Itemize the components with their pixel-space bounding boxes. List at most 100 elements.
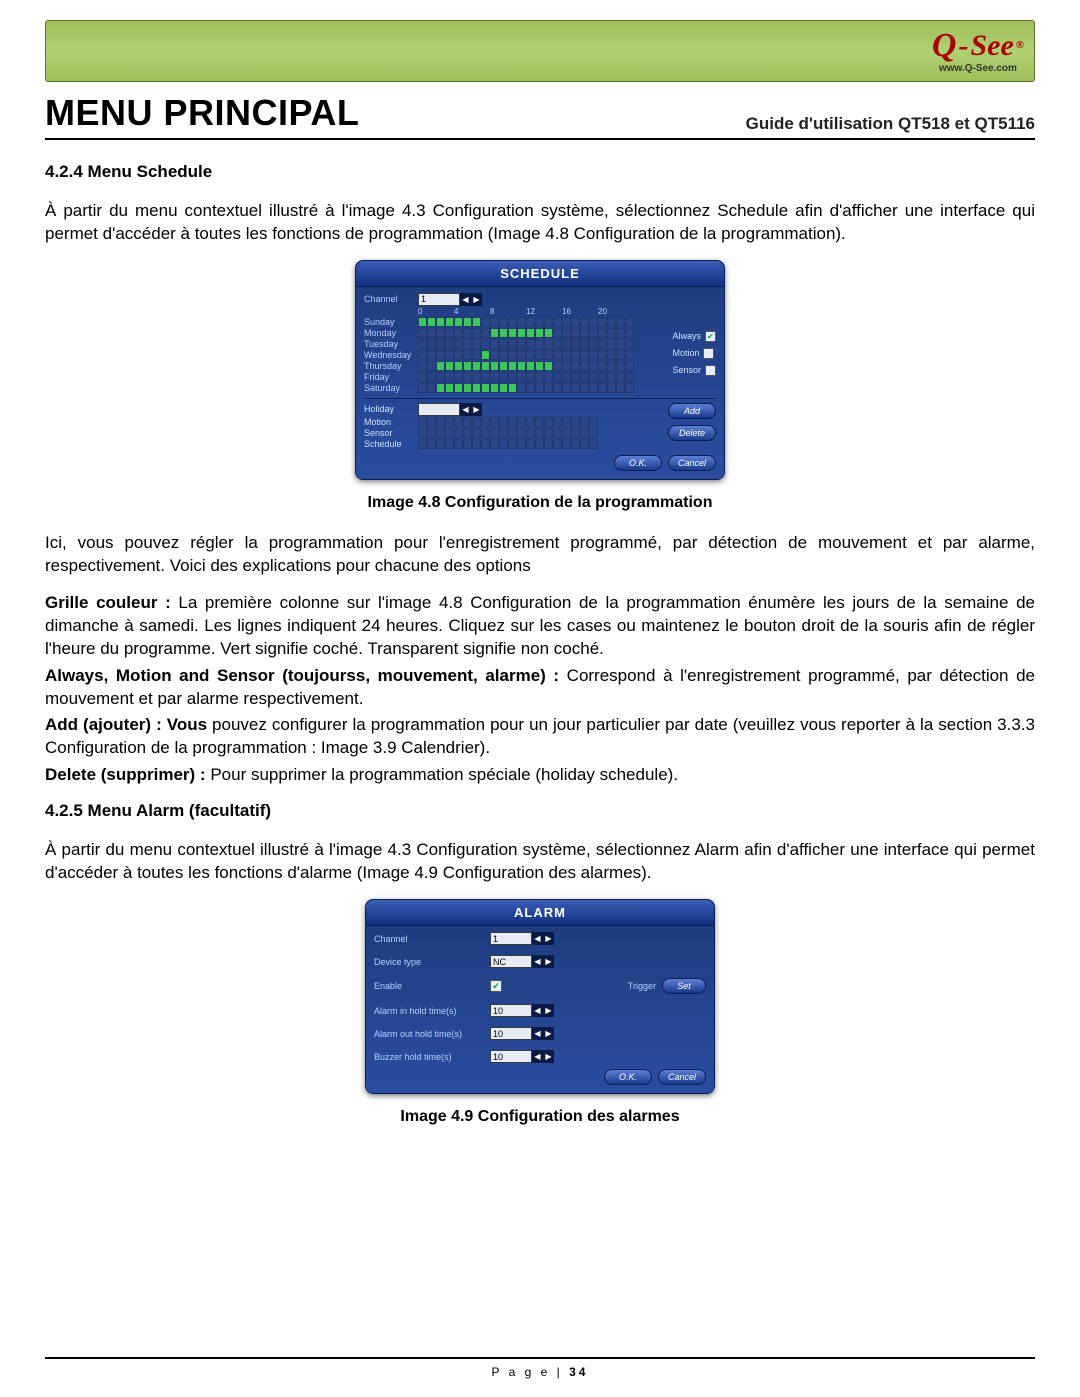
schedule-cell[interactable] bbox=[436, 317, 445, 327]
schedule-cell[interactable] bbox=[562, 372, 571, 382]
schedule-cell[interactable] bbox=[580, 317, 589, 327]
schedule-cell[interactable] bbox=[544, 339, 553, 349]
set-button[interactable]: Set bbox=[662, 978, 706, 994]
schedule-cell[interactable] bbox=[499, 317, 508, 327]
buzzer-input[interactable] bbox=[490, 1050, 532, 1063]
schedule-cell[interactable] bbox=[535, 350, 544, 360]
schedule-cell[interactable] bbox=[481, 383, 490, 393]
alarm-out-next[interactable]: ▶ bbox=[543, 1027, 554, 1040]
schedule-cell[interactable] bbox=[589, 328, 598, 338]
schedule-cell[interactable] bbox=[436, 328, 445, 338]
schedule-cell[interactable] bbox=[589, 350, 598, 360]
alarm-ok-button[interactable]: O.K. bbox=[604, 1069, 652, 1085]
schedule-cell[interactable] bbox=[436, 339, 445, 349]
device-type-prev[interactable]: ◀ bbox=[532, 955, 543, 968]
schedule-cell[interactable] bbox=[544, 372, 553, 382]
schedule-cell[interactable] bbox=[544, 361, 553, 371]
schedule-cell[interactable] bbox=[598, 372, 607, 382]
schedule-cell[interactable] bbox=[607, 350, 616, 360]
schedule-cell[interactable] bbox=[418, 328, 427, 338]
schedule-cell[interactable] bbox=[562, 361, 571, 371]
schedule-cell[interactable] bbox=[472, 350, 481, 360]
schedule-cell[interactable] bbox=[427, 350, 436, 360]
schedule-cell[interactable] bbox=[544, 328, 553, 338]
motion-checkbox[interactable] bbox=[703, 348, 714, 359]
schedule-cell[interactable] bbox=[490, 339, 499, 349]
schedule-cell[interactable] bbox=[616, 383, 625, 393]
schedule-cell[interactable] bbox=[463, 317, 472, 327]
schedule-cell[interactable] bbox=[571, 383, 580, 393]
schedule-cell[interactable] bbox=[427, 317, 436, 327]
schedule-cell[interactable] bbox=[472, 328, 481, 338]
schedule-cell[interactable] bbox=[454, 317, 463, 327]
schedule-cell[interactable] bbox=[616, 372, 625, 382]
schedule-cell[interactable] bbox=[625, 361, 634, 371]
schedule-cell[interactable] bbox=[589, 361, 598, 371]
schedule-cell[interactable] bbox=[436, 350, 445, 360]
alarm-channel-prev[interactable]: ◀ bbox=[532, 932, 543, 945]
schedule-cell[interactable] bbox=[616, 317, 625, 327]
schedule-cell[interactable] bbox=[571, 372, 580, 382]
schedule-cell[interactable] bbox=[571, 328, 580, 338]
schedule-cell[interactable] bbox=[472, 383, 481, 393]
schedule-cell[interactable] bbox=[508, 361, 517, 371]
schedule-cell[interactable] bbox=[454, 328, 463, 338]
schedule-cell[interactable] bbox=[562, 350, 571, 360]
schedule-cell[interactable] bbox=[499, 339, 508, 349]
schedule-cell[interactable] bbox=[616, 361, 625, 371]
alarm-out-input[interactable] bbox=[490, 1027, 532, 1040]
schedule-cell[interactable] bbox=[535, 339, 544, 349]
schedule-cell[interactable] bbox=[580, 328, 589, 338]
channel-input[interactable] bbox=[418, 293, 460, 306]
alarm-channel-next[interactable]: ▶ bbox=[543, 932, 554, 945]
schedule-cell[interactable] bbox=[436, 372, 445, 382]
schedule-cell[interactable] bbox=[481, 361, 490, 371]
schedule-cell[interactable] bbox=[445, 328, 454, 338]
schedule-cell[interactable] bbox=[580, 339, 589, 349]
schedule-cell[interactable] bbox=[454, 350, 463, 360]
schedule-cell[interactable] bbox=[463, 361, 472, 371]
holiday-input[interactable] bbox=[418, 403, 460, 416]
schedule-cell[interactable] bbox=[418, 317, 427, 327]
alarm-cancel-button[interactable]: Cancel bbox=[658, 1069, 706, 1085]
alarm-channel-input[interactable] bbox=[490, 932, 532, 945]
schedule-cell[interactable] bbox=[463, 339, 472, 349]
schedule-cell[interactable] bbox=[508, 350, 517, 360]
schedule-cell[interactable] bbox=[589, 317, 598, 327]
schedule-cell[interactable] bbox=[598, 361, 607, 371]
schedule-cell[interactable] bbox=[607, 383, 616, 393]
schedule-cell[interactable] bbox=[472, 339, 481, 349]
schedule-cell[interactable] bbox=[571, 339, 580, 349]
schedule-cell[interactable] bbox=[607, 317, 616, 327]
schedule-cell[interactable] bbox=[544, 317, 553, 327]
schedule-cell[interactable] bbox=[526, 361, 535, 371]
alarm-in-prev[interactable]: ◀ bbox=[532, 1004, 543, 1017]
alarm-in-next[interactable]: ▶ bbox=[543, 1004, 554, 1017]
schedule-cell[interactable] bbox=[598, 339, 607, 349]
schedule-cell[interactable] bbox=[481, 350, 490, 360]
schedule-grid[interactable]: SundayMondayTuesdayWednesdayThursdayFrid… bbox=[364, 317, 664, 394]
schedule-cancel-button[interactable]: Cancel bbox=[668, 455, 716, 471]
schedule-cell[interactable] bbox=[625, 372, 634, 382]
schedule-cell[interactable] bbox=[526, 383, 535, 393]
schedule-cell[interactable] bbox=[463, 350, 472, 360]
channel-prev-button[interactable]: ◀ bbox=[460, 293, 471, 306]
schedule-cell[interactable] bbox=[598, 317, 607, 327]
schedule-cell[interactable] bbox=[625, 339, 634, 349]
schedule-cell[interactable] bbox=[517, 350, 526, 360]
buzzer-prev[interactable]: ◀ bbox=[532, 1050, 543, 1063]
enable-checkbox[interactable]: ✔ bbox=[490, 980, 502, 992]
schedule-cell[interactable] bbox=[607, 339, 616, 349]
add-button[interactable]: Add bbox=[668, 403, 716, 419]
schedule-cell[interactable] bbox=[625, 328, 634, 338]
schedule-cell[interactable] bbox=[625, 317, 634, 327]
delete-button[interactable]: Delete bbox=[668, 425, 716, 441]
schedule-cell[interactable] bbox=[517, 339, 526, 349]
schedule-cell[interactable] bbox=[508, 339, 517, 349]
schedule-cell[interactable] bbox=[490, 350, 499, 360]
schedule-cell[interactable] bbox=[445, 317, 454, 327]
schedule-cell[interactable] bbox=[553, 350, 562, 360]
holiday-next-button[interactable]: ▶ bbox=[471, 403, 482, 416]
schedule-cell[interactable] bbox=[526, 372, 535, 382]
schedule-cell[interactable] bbox=[616, 339, 625, 349]
